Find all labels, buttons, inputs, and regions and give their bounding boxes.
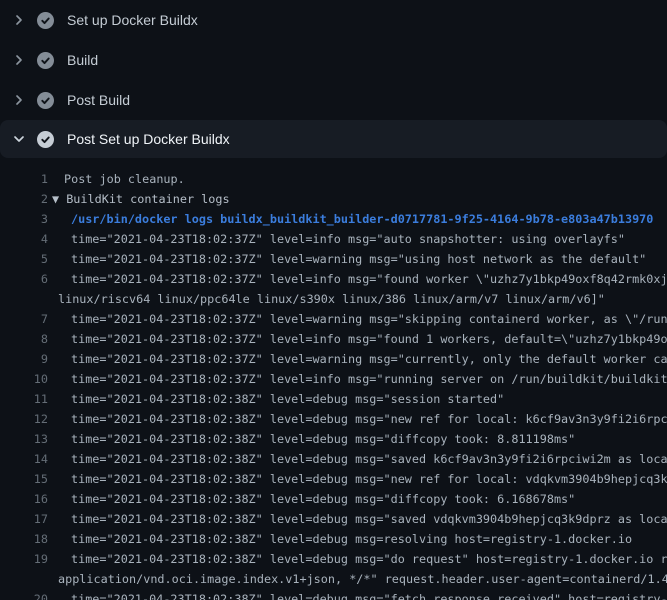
line-number[interactable]: 11 [0,389,48,409]
log-text: time="2021-04-23T18:02:38Z" level=debug … [48,589,667,600]
chevron-right-icon[interactable] [11,12,27,28]
log-text: time="2021-04-23T18:02:37Z" level=warnin… [48,349,667,369]
log-text: time="2021-04-23T18:02:38Z" level=debug … [48,429,575,449]
log-line: 1 Post job cleanup. [0,169,667,189]
log-line: 17 time="2021-04-23T18:02:38Z" level=deb… [0,509,667,529]
check-circle-icon [37,92,54,109]
line-number[interactable] [0,289,48,309]
log-text: time="2021-04-23T18:02:37Z" level=info m… [48,329,667,349]
log-text: time="2021-04-23T18:02:38Z" level=debug … [48,389,504,409]
log-text: time="2021-04-23T18:02:37Z" level=info m… [48,229,625,249]
line-number[interactable]: 17 [0,509,48,529]
step-row-build[interactable]: Build [0,40,667,80]
check-circle-icon [37,131,54,148]
line-number[interactable]: 12 [0,409,48,429]
log-line: 15 time="2021-04-23T18:02:38Z" level=deb… [0,469,667,489]
chevron-right-icon[interactable] [11,52,27,68]
log-line: 8 time="2021-04-23T18:02:37Z" level=info… [0,329,667,349]
line-number[interactable] [0,569,48,589]
step-label: Post Set up Docker Buildx [67,131,230,147]
log-line: 13 time="2021-04-23T18:02:38Z" level=deb… [0,429,667,449]
log-line: application/vnd.oci.image.index.v1+json,… [0,569,667,589]
line-number[interactable]: 15 [0,469,48,489]
line-number[interactable]: 9 [0,349,48,369]
log-text: time="2021-04-23T18:02:37Z" level=warnin… [48,249,646,269]
line-number[interactable]: 6 [0,269,48,289]
line-number[interactable]: 18 [0,529,48,549]
log-text: time="2021-04-23T18:02:38Z" level=debug … [48,469,667,489]
log-line: 19 time="2021-04-23T18:02:38Z" level=deb… [0,549,667,569]
line-number[interactable]: 4 [0,229,48,249]
log-text: time="2021-04-23T18:02:38Z" level=debug … [48,489,575,509]
step-label: Post Build [67,92,130,108]
line-number[interactable]: 10 [0,369,48,389]
log-line: 16 time="2021-04-23T18:02:38Z" level=deb… [0,489,667,509]
line-number[interactable]: 3 [0,209,48,229]
check-circle-icon [37,12,54,29]
step-row-set-up-docker-buildx[interactable]: Set up Docker Buildx [0,0,667,40]
step-label: Set up Docker Buildx [67,12,198,28]
line-number[interactable]: 5 [0,249,48,269]
step-list: Set up Docker Buildx Build Post Build [0,0,667,158]
log-line: 9 time="2021-04-23T18:02:37Z" level=warn… [0,349,667,369]
step-row-post-set-up-docker-buildx[interactable]: Post Set up Docker Buildx [0,120,667,158]
log-text: time="2021-04-23T18:02:37Z" level=info m… [48,369,667,389]
log-line: 18 time="2021-04-23T18:02:38Z" level=deb… [0,529,667,549]
log-text: time="2021-04-23T18:02:38Z" level=debug … [48,529,632,549]
log-text: linux/riscv64 linux/ppc64le linux/s390x … [48,289,605,309]
log-text: /usr/bin/docker logs buildx_buildkit_bui… [48,209,653,229]
log-line: 20 time="2021-04-23T18:02:38Z" level=deb… [0,589,667,600]
line-number[interactable]: 16 [0,489,48,509]
line-number[interactable]: 14 [0,449,48,469]
log-line: 12 time="2021-04-23T18:02:38Z" level=deb… [0,409,667,429]
actions-log-viewer: Set up Docker Buildx Build Post Build [0,0,667,600]
log-line: 10 time="2021-04-23T18:02:37Z" level=inf… [0,369,667,389]
line-number[interactable]: 20 [0,589,48,600]
log-pane: 1 Post job cleanup. 2 ▼ BuildKit contain… [0,158,667,600]
line-number[interactable]: 8 [0,329,48,349]
line-number[interactable]: 19 [0,549,48,569]
log-text: time="2021-04-23T18:02:37Z" level=info m… [48,269,667,289]
step-row-post-build[interactable]: Post Build [0,80,667,120]
log-line: 11 time="2021-04-23T18:02:38Z" level=deb… [0,389,667,409]
log-line: 2 ▼ BuildKit container logs [0,189,667,209]
group-toggle[interactable]: ▼ BuildKit container logs [48,189,230,209]
chevron-down-icon[interactable] [11,131,27,147]
check-circle-icon [37,52,54,69]
log-line: 3 /usr/bin/docker logs buildx_buildkit_b… [0,209,667,229]
log-text: Post job cleanup. [48,169,185,189]
log-text: time="2021-04-23T18:02:38Z" level=debug … [48,409,667,429]
log-text: application/vnd.oci.image.index.v1+json,… [48,569,667,589]
log-line: 4 time="2021-04-23T18:02:37Z" level=info… [0,229,667,249]
chevron-right-icon[interactable] [11,92,27,108]
log-text: time="2021-04-23T18:02:38Z" level=debug … [48,549,667,569]
log-text: time="2021-04-23T18:02:38Z" level=debug … [48,449,667,469]
log-line: 5 time="2021-04-23T18:02:37Z" level=warn… [0,249,667,269]
line-number[interactable]: 13 [0,429,48,449]
log-line: 7 time="2021-04-23T18:02:37Z" level=warn… [0,309,667,329]
log-line: linux/riscv64 linux/ppc64le linux/s390x … [0,289,667,309]
log-line: 14 time="2021-04-23T18:02:38Z" level=deb… [0,449,667,469]
line-number[interactable]: 1 [0,169,48,189]
log-line: 6 time="2021-04-23T18:02:37Z" level=info… [0,269,667,289]
step-label: Build [67,52,98,68]
line-number[interactable]: 7 [0,309,48,329]
line-number[interactable]: 2 [0,189,48,209]
log-text: time="2021-04-23T18:02:38Z" level=debug … [48,509,667,529]
log-text: time="2021-04-23T18:02:37Z" level=warnin… [48,309,667,329]
